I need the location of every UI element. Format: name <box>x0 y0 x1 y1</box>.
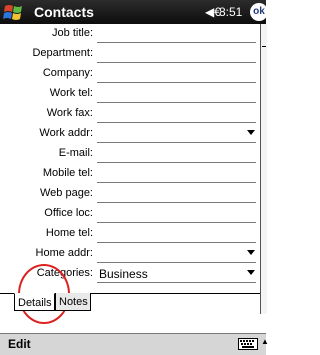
field-input[interactable] <box>97 204 256 223</box>
form-row: Home tel: <box>0 224 260 244</box>
dropdown-arrow-icon[interactable] <box>247 250 255 255</box>
windows-flag-icon[interactable] <box>3 2 27 22</box>
ok-button[interactable]: ok <box>250 3 268 21</box>
command-bar: Edit ▲ <box>0 333 269 355</box>
dropdown-arrow-icon[interactable] <box>247 130 255 135</box>
form-row: Company: <box>0 64 260 84</box>
field-input[interactable] <box>97 24 256 43</box>
form-row: Work tel: <box>0 84 260 104</box>
field-input[interactable] <box>97 164 256 183</box>
field-input[interactable] <box>97 104 256 123</box>
field-input[interactable] <box>97 84 256 103</box>
field-label: Company: <box>42 67 93 79</box>
field-input[interactable] <box>97 224 256 243</box>
field-label: E-mail: <box>58 147 93 159</box>
form-row: Work fax: <box>0 104 260 124</box>
scroll-indicator <box>262 46 266 51</box>
field-label: Job title: <box>52 27 93 39</box>
field-value: Business <box>99 267 148 281</box>
field-label: Web page: <box>39 187 93 199</box>
field-input[interactable] <box>97 64 256 83</box>
field-label: Work tel: <box>49 87 93 99</box>
window-title: Contacts <box>34 4 94 20</box>
field-input[interactable] <box>97 244 256 263</box>
field-input[interactable] <box>97 124 256 143</box>
dropdown-arrow-icon[interactable] <box>247 270 255 275</box>
field-input[interactable] <box>97 144 256 163</box>
form-row: Web page: <box>0 184 260 204</box>
form-row: Work addr: <box>0 124 260 144</box>
form-row: Home addr: <box>0 244 260 264</box>
form-row: Mobile tel: <box>0 164 260 184</box>
title-bar: Contacts ◀€ 8:51 ok <box>0 0 268 24</box>
field-label: Home tel: <box>45 227 93 239</box>
scrollbar[interactable] <box>260 24 267 314</box>
field-label: Department: <box>32 47 93 59</box>
tab-strip: Details Notes <box>0 293 260 315</box>
clock[interactable]: 8:51 <box>219 5 242 19</box>
input-selector-arrow-icon[interactable]: ▲ <box>261 337 269 346</box>
form-row: Office loc: <box>0 204 260 224</box>
field-input[interactable] <box>97 184 256 203</box>
field-label: Office loc: <box>44 207 93 219</box>
field-label: Home addr: <box>35 247 93 259</box>
form-row: E-mail: <box>0 144 260 164</box>
tab-notes[interactable]: Notes <box>55 293 91 311</box>
form-row: Job title: <box>0 24 260 44</box>
field-input[interactable]: Business <box>97 264 256 283</box>
form-row: Department: <box>0 44 260 64</box>
field-label: Work addr: <box>39 127 93 139</box>
field-label: Work fax: <box>46 107 93 119</box>
field-label: Mobile tel: <box>42 167 93 179</box>
field-input[interactable] <box>97 44 256 63</box>
keyboard-icon[interactable] <box>238 338 258 350</box>
edit-menu[interactable]: Edit <box>8 337 31 351</box>
tab-details[interactable]: Details <box>14 293 55 311</box>
